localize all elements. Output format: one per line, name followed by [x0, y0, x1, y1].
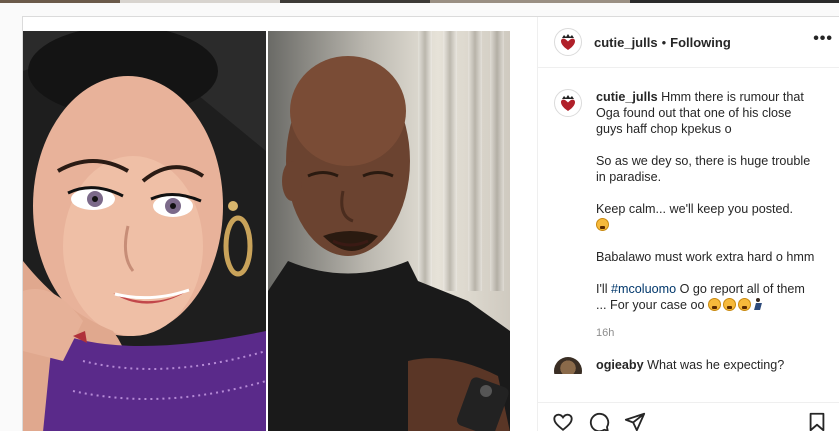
bookmark-icon[interactable] — [806, 411, 828, 431]
crown-logo-icon — [561, 34, 575, 50]
weary-face-emoji-icon — [738, 298, 751, 311]
caption-username[interactable]: cutie_julls — [596, 90, 658, 104]
author-avatar[interactable] — [554, 28, 582, 56]
commenter-avatar[interactable] — [554, 357, 582, 374]
post-caption: cutie_julls Hmm there is rumour that Oga… — [554, 89, 825, 341]
author-username[interactable]: cutie_julls — [594, 35, 658, 50]
comment-icon[interactable] — [588, 411, 610, 431]
post-media[interactable] — [23, 31, 510, 431]
more-options-icon[interactable]: ••• — [813, 31, 833, 47]
caption-body: cutie_julls Hmm there is rumour that Oga… — [596, 89, 816, 341]
weary-face-emoji-icon — [596, 218, 609, 231]
commenter-username[interactable]: ogieaby — [596, 358, 644, 372]
hashtag-link[interactable]: #mcoluomo — [611, 282, 676, 296]
share-icon[interactable] — [624, 411, 646, 431]
action-bar — [538, 402, 839, 431]
comment-text-wrap: ogieaby What was he expecting? — [596, 357, 784, 373]
header-separator: • — [661, 34, 667, 50]
post-sidebar: cutie_julls • Following ••• cutie_julls … — [537, 17, 839, 431]
post-card: cutie_julls • Following ••• cutie_julls … — [22, 16, 839, 431]
feed-top-strip — [0, 0, 839, 3]
caption-text-5a: I'll — [596, 282, 611, 296]
comments-section[interactable]: cutie_julls Hmm there is rumour that Oga… — [538, 69, 839, 374]
running-man-emoji-icon — [753, 298, 763, 311]
weary-face-emoji-icon — [723, 298, 736, 311]
caption-avatar[interactable] — [554, 89, 582, 117]
comment-text: What was he expecting? — [647, 358, 785, 372]
post-header: cutie_julls • Following ••• — [538, 17, 839, 68]
crown-logo-icon — [561, 95, 575, 111]
photo-woman — [23, 31, 266, 431]
follow-status-button[interactable]: Following — [670, 35, 731, 50]
caption-text-4: Babalawo must work extra hard o hmm — [596, 250, 815, 264]
caption-text-3: Keep calm... we'll keep you posted. — [596, 202, 794, 216]
photo-man — [268, 31, 510, 431]
heart-icon[interactable] — [552, 411, 574, 431]
post-timestamp[interactable]: 16h — [596, 325, 816, 341]
comment-item: ogieaby What was he expecting? — [554, 357, 825, 374]
weary-face-emoji-icon — [708, 298, 721, 311]
caption-text-2: So as we dey so, there is huge trouble i… — [596, 154, 811, 184]
